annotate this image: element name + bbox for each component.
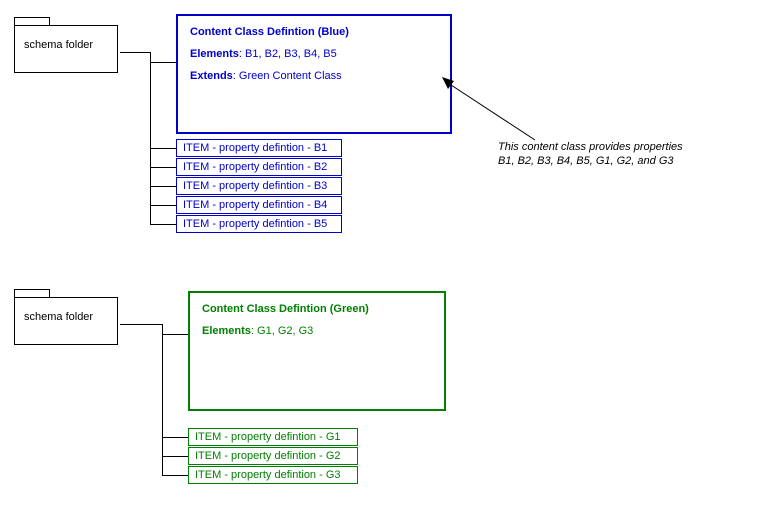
blue-title: Content Class Defintion (Blue)	[190, 26, 438, 38]
blue-item-b4: ITEM - property defintion - B4	[176, 196, 342, 214]
green-item-g3: ITEM - property defintion - G3	[188, 466, 358, 484]
green-elements-value: : G1, G2, G3	[251, 325, 313, 337]
blue-item-b1: ITEM - property defintion - B1	[176, 139, 342, 157]
blue-elements-label: Elements	[190, 48, 239, 60]
schema-folder-2-label: schema folder	[24, 311, 93, 323]
green-title: Content Class Defintion (Green)	[202, 303, 432, 315]
green-item-g1: ITEM - property defintion - G1	[188, 428, 358, 446]
annotation-line1: This content class provides properties	[498, 140, 738, 154]
schema-folder-1-label: schema folder	[24, 39, 93, 51]
blue-extends-label: Extends	[190, 70, 233, 82]
blue-item-b3: ITEM - property defintion - B3	[176, 177, 342, 195]
schema-folder-2: schema folder	[14, 289, 118, 343]
annotation-arrow-icon	[440, 75, 540, 145]
annotation-text: This content class provides properties B…	[498, 140, 738, 169]
green-elements-label: Elements	[202, 325, 251, 337]
blue-item-b5: ITEM - property defintion - B5	[176, 215, 342, 233]
blue-item-b2: ITEM - property defintion - B2	[176, 158, 342, 176]
annotation-line2: B1, B2, B3, B4, B5, G1, G2, and G3	[498, 154, 738, 168]
blue-extends-value: : Green Content Class	[233, 70, 342, 82]
schema-folder-1: schema folder	[14, 17, 118, 71]
green-item-g2: ITEM - property defintion - G2	[188, 447, 358, 465]
blue-elements-value: : B1, B2, B3, B4, B5	[239, 48, 337, 60]
